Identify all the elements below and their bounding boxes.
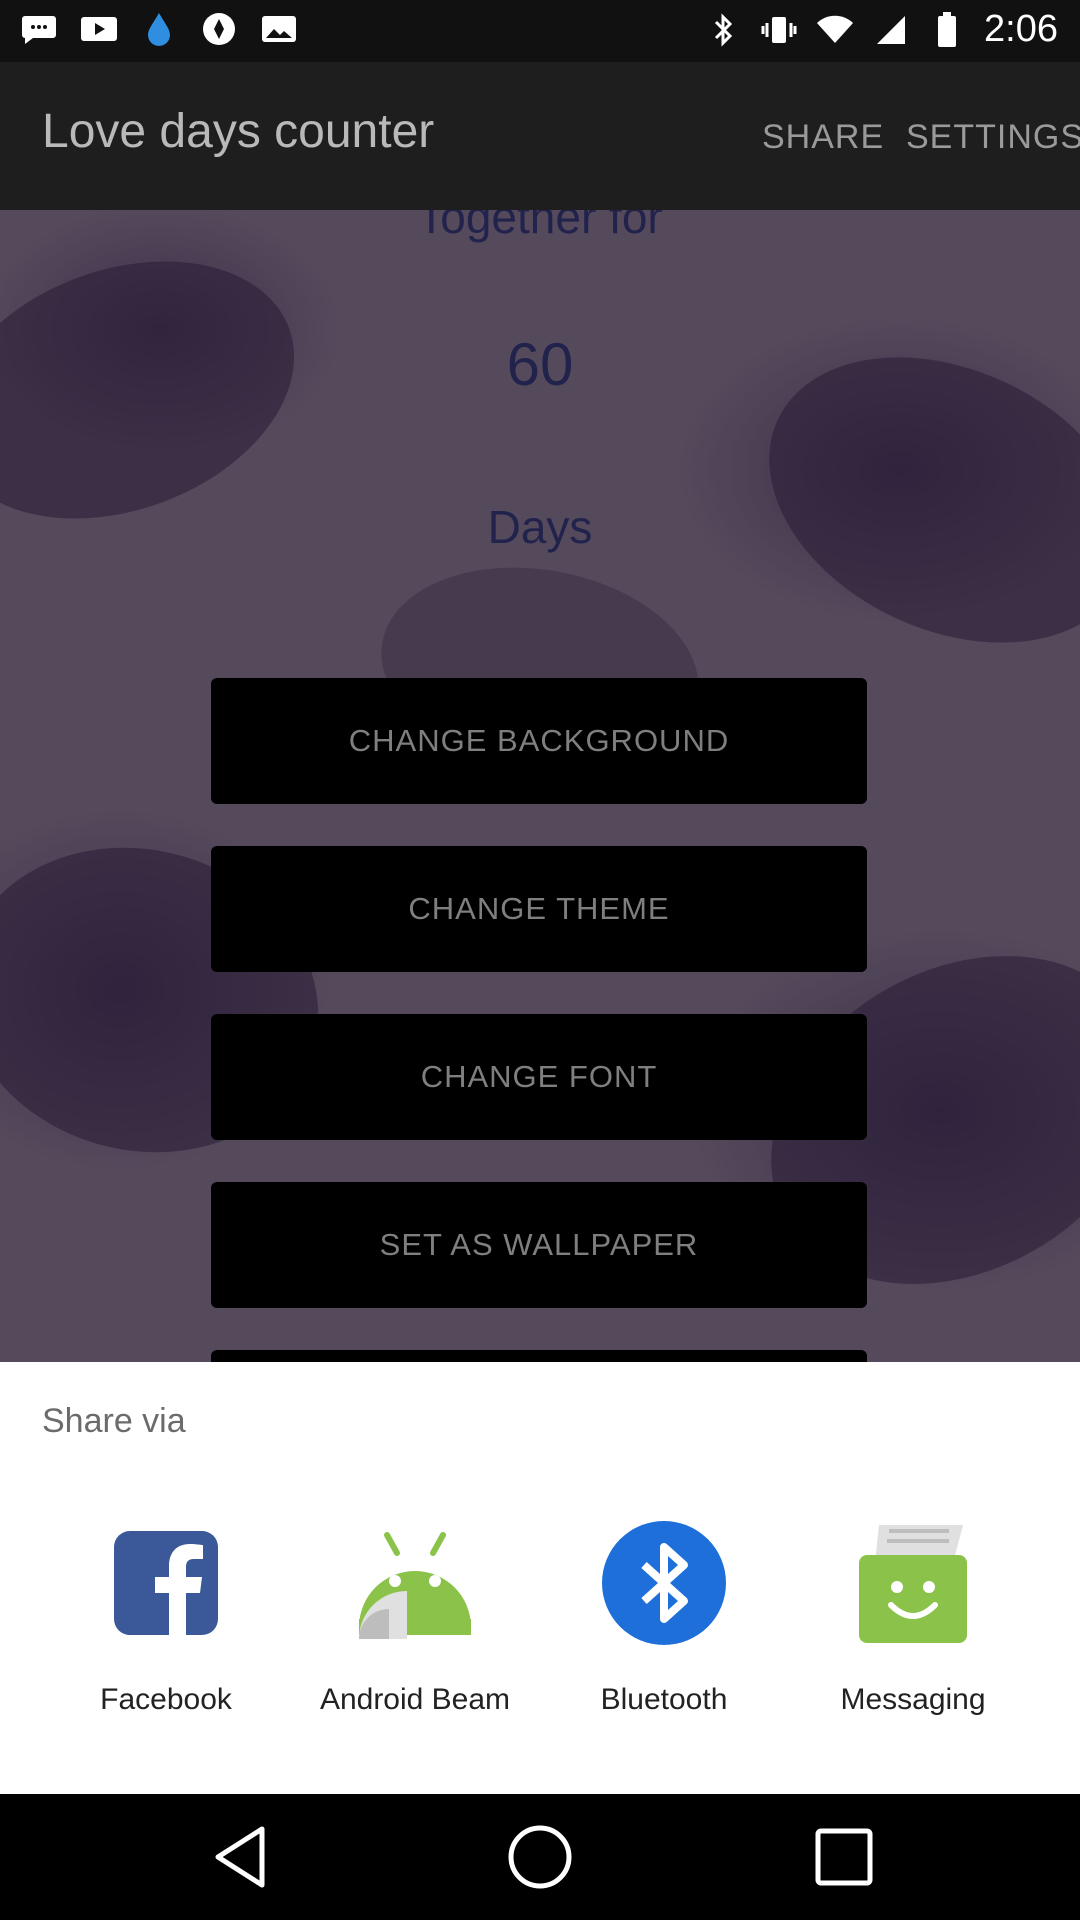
share-label-android-beam: Android Beam bbox=[319, 1683, 511, 1716]
wifi-icon bbox=[816, 11, 854, 49]
back-button[interactable] bbox=[202, 1819, 278, 1895]
video-icon bbox=[80, 10, 118, 48]
facebook-icon bbox=[114, 1531, 218, 1635]
app-bar: Love days counter SHARE SETTINGS bbox=[0, 62, 1080, 210]
set-as-wallpaper-button[interactable]: SET AS WALLPAPER bbox=[211, 1182, 867, 1308]
menu-button[interactable] bbox=[211, 1350, 867, 1362]
share-target-android-beam[interactable]: Android Beam bbox=[315, 1519, 515, 1759]
share-target-facebook[interactable]: Facebook bbox=[66, 1519, 266, 1759]
change-background-button[interactable]: CHANGE BACKGROUND bbox=[211, 678, 867, 804]
app-title: Love days counter bbox=[42, 105, 435, 158]
gallery-icon bbox=[260, 10, 298, 48]
home-icon bbox=[508, 1825, 572, 1889]
share-target-messaging[interactable]: Messaging bbox=[813, 1519, 1013, 1759]
days-count: 60 bbox=[506, 331, 574, 398]
clock: 2:06 bbox=[984, 8, 1058, 50]
share-sheet: Share via Facebook Android Beam Bluetoot… bbox=[0, 1362, 1080, 1794]
share-label-facebook: Facebook bbox=[100, 1683, 232, 1716]
share-sheet-title: Share via bbox=[42, 1402, 186, 1440]
messaging-icon bbox=[859, 1525, 967, 1643]
share-target-bluetooth[interactable]: Bluetooth bbox=[564, 1519, 764, 1759]
bluetooth-icon bbox=[602, 1521, 726, 1645]
settings-button[interactable]: SETTINGS bbox=[906, 118, 1080, 157]
messages-icon bbox=[20, 10, 58, 48]
change-font-button[interactable]: CHANGE FONT bbox=[211, 1014, 867, 1140]
share-label-messaging: Messaging bbox=[840, 1683, 986, 1716]
share-button[interactable]: SHARE bbox=[762, 118, 884, 157]
share-label-bluetooth: Bluetooth bbox=[600, 1683, 728, 1716]
water-drop-icon bbox=[140, 10, 178, 48]
signal-icon bbox=[872, 11, 910, 49]
days-label: Days bbox=[487, 501, 593, 553]
navigation-bar bbox=[0, 1794, 1080, 1920]
change-theme-button[interactable]: CHANGE THEME bbox=[211, 846, 867, 972]
vibrate-icon bbox=[760, 11, 798, 49]
back-icon bbox=[215, 1826, 265, 1888]
counter-screen: Together for 60 Days CHANGE BACKGROUND C… bbox=[0, 210, 1080, 1362]
home-button[interactable] bbox=[502, 1819, 578, 1895]
status-bar: 2:06 bbox=[0, 0, 1080, 62]
recents-icon bbox=[815, 1828, 873, 1886]
compass-icon bbox=[200, 10, 238, 48]
bluetooth-icon bbox=[704, 11, 742, 49]
recents-button[interactable] bbox=[806, 1819, 882, 1895]
android-beam-icon bbox=[359, 1532, 471, 1639]
system-icons: 2:06 bbox=[704, 8, 1058, 51]
notification-icons bbox=[20, 10, 298, 48]
together-label: Together for bbox=[417, 210, 663, 243]
battery-icon bbox=[928, 11, 966, 49]
